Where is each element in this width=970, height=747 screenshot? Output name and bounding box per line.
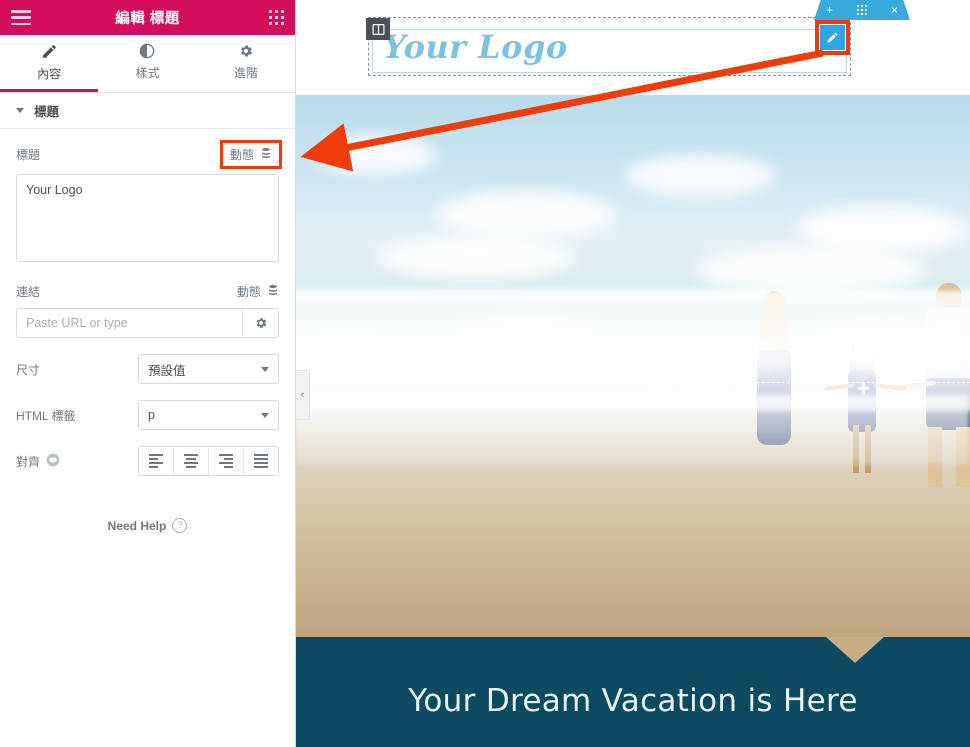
size-select[interactable]: 預設值 [138,354,279,384]
edit-widget-button[interactable] [820,25,845,50]
banner-section: Your Dream Vacation is Here [296,637,970,747]
editor-panel: 編輯 標題 內容 樣式 進階 標題 標題 動態 Your Logo 連結 動態 … [0,0,296,747]
size-label: 尺寸 [16,362,41,377]
panel-header: 編輯 標題 [0,0,295,35]
apps-grid-icon[interactable] [268,9,284,26]
tab-style-label: 樣式 [135,66,160,80]
link-dynamic-label: 動態 [236,285,261,299]
chevron-down-icon [261,412,269,418]
align-right-button[interactable] [209,447,244,475]
need-help-label: Need Help [107,518,167,533]
logo-section: Your Logo + × [296,0,970,95]
tab-style[interactable]: 樣式 [98,35,196,92]
section-header-title[interactable]: 標題 [0,93,295,129]
section-header-label: 標題 [34,105,60,119]
html-tag-value: p [148,408,155,422]
page-title: 編輯 標題 [115,11,180,27]
hero-image [296,95,970,637]
section-toolbar: + × [814,0,910,20]
preview-canvas: Your Logo + × ‹ Your Dream Vacation is H… [296,0,970,747]
tab-content-label: 內容 [37,66,62,81]
logo-heading[interactable]: Your Logo [383,28,568,66]
align-left-button[interactable] [139,447,174,475]
align-label-wrapper: 對齊 [16,453,138,470]
column-layout-icon[interactable] [366,18,390,40]
control-link: 連結 動態 [16,283,279,338]
title-label: 標題 [16,148,41,162]
link-url-input[interactable] [17,309,242,337]
database-icon [267,284,279,299]
close-icon[interactable]: × [891,4,898,16]
drag-grid-icon[interactable] [856,4,868,16]
wet-sand [296,395,970,465]
gear-icon [238,43,254,59]
chevron-down-icon [261,366,269,372]
plus-icon[interactable]: + [826,4,833,16]
control-size: 尺寸 預設值 [16,354,279,384]
need-help-link[interactable]: Need Help ? [16,518,279,533]
hamburger-icon[interactable] [11,10,31,25]
widget-outline: Your Logo [368,17,851,76]
tab-content[interactable]: 內容 [0,35,99,92]
panel-collapse-toggle[interactable]: ‹ [296,370,310,420]
align-justify-button[interactable] [244,447,278,475]
question-circle-icon: ? [172,518,188,533]
title-input[interactable] [16,174,279,262]
contrast-circle-icon [139,43,155,59]
banner-notch [826,637,884,663]
title-dynamic-button[interactable]: 動態 [219,140,283,169]
layout-guide-line [296,382,970,383]
link-label: 連結 [16,285,41,299]
elementor-editor: 編輯 標題 內容 樣式 進階 標題 標題 動態 Your Logo 連結 動態 … [0,0,970,747]
panel-tabs: 內容 樣式 進階 [0,35,295,93]
tab-advanced-label: 進階 [233,66,258,80]
html-tag-label: HTML 標籤 [16,408,76,423]
link-field-wrapper [16,308,279,338]
align-button-group [138,446,279,476]
size-value: 預設值 [148,363,186,378]
align-label: 對齊 [16,454,41,469]
link-dynamic-button[interactable]: 動態 [237,283,279,300]
control-html-tag: HTML 標籤 p [16,400,279,430]
title-dynamic-label: 動態 [229,148,254,162]
html-tag-select[interactable]: p [138,400,279,430]
pencil-icon [41,43,58,60]
chevron-down-icon [16,108,24,113]
control-title: 標題 動態 [16,140,283,267]
database-icon [260,147,272,162]
banner-heading: Your Dream Vacation is Here [408,683,858,719]
tab-advanced[interactable]: 進階 [197,35,295,92]
control-align: 對齊 [16,446,279,476]
responsive-device-icon[interactable] [46,453,60,470]
align-center-button[interactable] [174,447,209,475]
layout-guide-line [296,348,970,349]
link-options-gear-icon[interactable] [242,309,278,337]
panel-body: 標題 動態 連結 動態 [0,129,295,747]
wave-foam [296,291,970,411]
